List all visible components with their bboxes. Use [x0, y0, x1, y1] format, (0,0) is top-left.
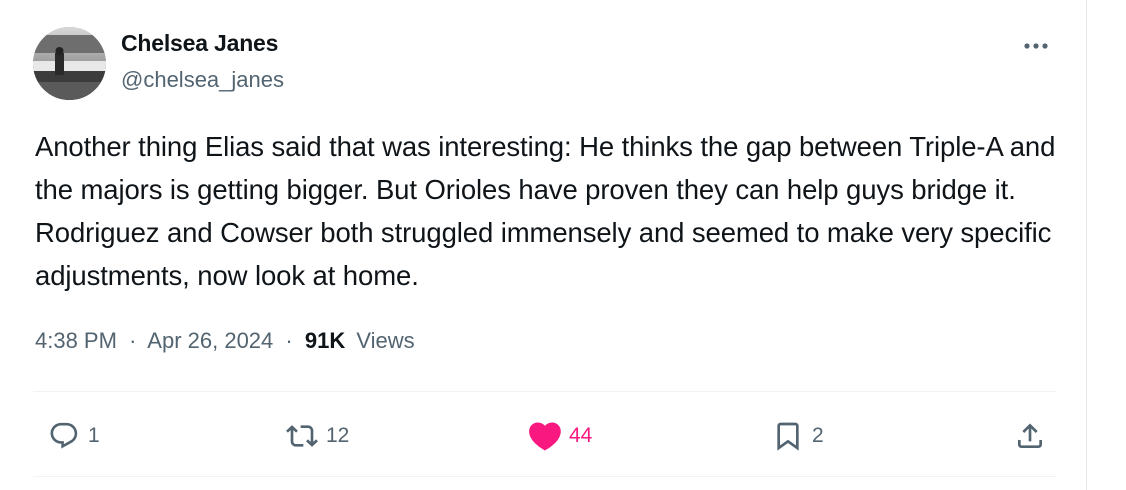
share-button[interactable] — [1010, 414, 1050, 458]
repost-button[interactable]: 12 — [282, 414, 349, 458]
action-bar: 1 12 44 2 — [0, 414, 1087, 458]
views-count[interactable]: 91K — [305, 328, 345, 353]
tweet-text: Another thing Elias said that was intere… — [35, 131, 1056, 291]
reply-icon — [50, 422, 78, 449]
like-count: 44 — [569, 424, 593, 447]
avatar[interactable] — [33, 27, 106, 100]
divider — [33, 391, 1056, 392]
bookmark-icon — [777, 422, 799, 451]
repost-count: 12 — [326, 424, 350, 447]
views-label: Views — [356, 328, 415, 353]
tweet-time[interactable]: 4:38 PM — [35, 328, 117, 353]
divider — [33, 476, 1056, 477]
bookmark-button[interactable]: 2 — [768, 414, 824, 458]
meta-separator: · — [129, 328, 137, 353]
reply-button[interactable]: 1 — [44, 414, 100, 458]
like-button[interactable]: 44 — [525, 414, 592, 458]
heart-filled-icon — [529, 422, 561, 451]
reply-count: 1 — [88, 424, 100, 447]
author-handle[interactable]: @chelsea_janes — [121, 67, 284, 93]
meta-separator: · — [285, 328, 293, 353]
more-horizontal-icon — [1024, 43, 1048, 49]
tweet-date[interactable]: Apr 26, 2024 — [147, 328, 273, 353]
bookmark-count: 2 — [812, 424, 824, 447]
tweet-meta: 4:38 PM · Apr 26, 2024 · 91K Views — [35, 328, 415, 354]
more-options-button[interactable] — [1016, 32, 1056, 60]
repost-icon — [286, 425, 318, 447]
share-icon — [1018, 423, 1042, 448]
author-name[interactable]: Chelsea Janes — [121, 30, 278, 57]
tweet-card: Chelsea Janes @chelsea_janes Another thi… — [0, 0, 1087, 490]
